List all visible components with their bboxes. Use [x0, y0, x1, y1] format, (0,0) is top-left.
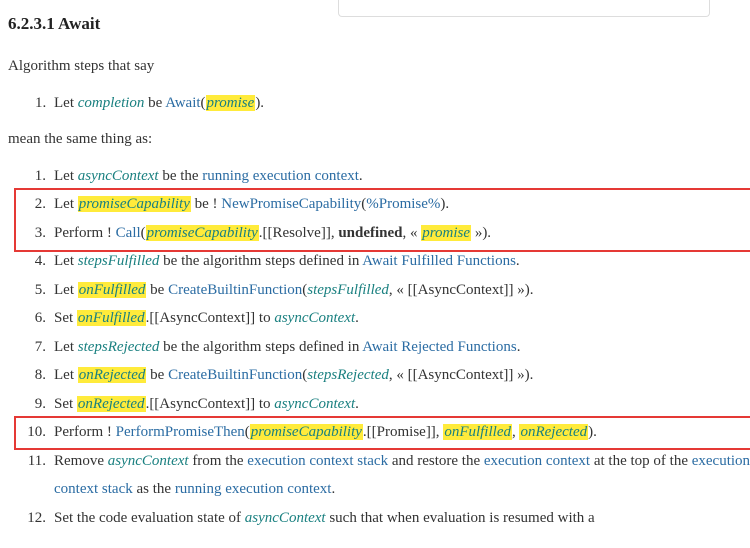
text: . [359, 168, 363, 184]
text: . [517, 339, 521, 355]
new-promise-capability-link[interactable]: NewPromiseCapability [221, 196, 361, 212]
text: be [146, 282, 168, 298]
step-12: Set the code evaluation state of asyncCo… [50, 504, 750, 533]
text: .[[Resolve]], [259, 225, 339, 241]
step-10: Perform ! PerformPromiseThen(promiseCapa… [50, 418, 750, 447]
text: Let [54, 339, 78, 355]
step-9: Set onRejected.[[AsyncContext]] to async… [50, 390, 750, 419]
text: ). [588, 424, 597, 440]
text: be the [159, 168, 203, 184]
text: be ! [191, 196, 221, 212]
step-3: Perform ! Call(promiseCapability.[[Resol… [50, 219, 750, 248]
var-promiseCapability: promiseCapability [250, 424, 363, 440]
perform-promise-then-link[interactable]: PerformPromiseThen [116, 424, 245, 440]
text: ( [141, 225, 146, 241]
text: Let [54, 282, 78, 298]
await-link[interactable]: Await [165, 95, 200, 111]
algorithm-steps: Let asyncContext be the running executio… [8, 162, 750, 533]
simple-step-list: Let completion be Await(promise). [8, 89, 750, 118]
text: Let [54, 196, 78, 212]
running-execution-context-link[interactable]: running execution context [202, 168, 359, 184]
var-asyncContext: asyncContext [245, 510, 326, 526]
text: Set [54, 396, 77, 412]
var-onRejected: onRejected [78, 367, 147, 383]
var-asyncContext: asyncContext [274, 396, 355, 412]
var-asyncContext: asyncContext [274, 310, 355, 326]
step-2: Let promiseCapability be ! NewPromiseCap… [50, 190, 750, 219]
text: be the algorithm steps defined in [159, 253, 362, 269]
running-execution-context-link[interactable]: running execution context [175, 481, 332, 497]
text: at the top of the [590, 453, 692, 469]
text: from the [189, 453, 248, 469]
var-completion: completion [78, 95, 145, 111]
text: ). [440, 196, 449, 212]
text: ). [255, 95, 264, 111]
execution-context-stack-link[interactable]: execution context stack [247, 453, 388, 469]
text: be the algorithm steps defined in [159, 339, 362, 355]
text: Set [54, 310, 77, 326]
text: Let [54, 168, 78, 184]
text: »). [471, 225, 491, 241]
step-5: Let onFulfilled be CreateBuiltinFunction… [50, 276, 750, 305]
floating-box-remnant [338, 0, 710, 17]
text: .[[AsyncContext]] to [146, 310, 275, 326]
var-promise: promise [421, 225, 471, 241]
var-onFulfilled: onFulfilled [443, 424, 512, 440]
intro-text: Algorithm steps that say [8, 52, 750, 81]
text: ( [201, 95, 206, 111]
var-onFulfilled: onFulfilled [77, 310, 146, 326]
undefined-value: undefined [338, 225, 402, 241]
text: Let [54, 253, 78, 269]
await-fulfilled-functions-link[interactable]: Await Fulfilled Functions [362, 253, 516, 269]
create-builtin-function-link[interactable]: CreateBuiltinFunction [168, 367, 302, 383]
promise-intrinsic-link[interactable]: %Promise% [366, 196, 440, 212]
var-stepsRejected: stepsRejected [307, 367, 389, 383]
step-6: Set onFulfilled.[[AsyncContext]] to asyn… [50, 304, 750, 333]
text: and restore the [388, 453, 484, 469]
var-stepsFulfilled: stepsFulfilled [307, 282, 389, 298]
step-8: Let onRejected be CreateBuiltinFunction(… [50, 361, 750, 390]
var-asyncContext: asyncContext [78, 168, 159, 184]
var-onFulfilled: onFulfilled [78, 282, 147, 298]
var-stepsRejected: stepsRejected [78, 339, 160, 355]
text: . [516, 253, 520, 269]
step-1: Let asyncContext be the running executio… [50, 162, 750, 191]
text: . [355, 396, 359, 412]
await-rejected-functions-link[interactable]: Await Rejected Functions [362, 339, 516, 355]
text: Perform ! [54, 225, 116, 241]
text: . [355, 310, 359, 326]
text: Let [54, 95, 78, 111]
text: .[[Promise]], [363, 424, 443, 440]
mean-text: mean the same thing as: [8, 125, 750, 154]
text: .[[AsyncContext]] to [146, 396, 275, 412]
text: be [146, 367, 168, 383]
text: such that when evaluation is resumed wit… [326, 510, 595, 526]
var-promiseCapability: promiseCapability [146, 225, 259, 241]
text: , « [[AsyncContext]] »). [389, 282, 534, 298]
var-stepsFulfilled: stepsFulfilled [78, 253, 160, 269]
simple-step: Let completion be Await(promise). [50, 89, 750, 118]
step-4: Let stepsFulfilled be the algorithm step… [50, 247, 750, 276]
text: . [331, 481, 335, 497]
text: , « [[AsyncContext]] »). [389, 367, 534, 383]
step-7: Let stepsRejected be the algorithm steps… [50, 333, 750, 362]
var-promise: promise [206, 95, 256, 111]
text: be [144, 95, 165, 111]
text: , « [403, 225, 422, 241]
var-onRejected: onRejected [77, 396, 146, 412]
text: Set the code evaluation state of [54, 510, 245, 526]
text: Perform ! [54, 424, 116, 440]
call-link[interactable]: Call [116, 225, 141, 241]
text: as the [133, 481, 175, 497]
var-onRejected: onRejected [519, 424, 588, 440]
text: Remove [54, 453, 108, 469]
var-asyncContext: asyncContext [108, 453, 189, 469]
execution-context-link[interactable]: execution context [484, 453, 590, 469]
var-promiseCapability: promiseCapability [78, 196, 191, 212]
text: Let [54, 367, 78, 383]
create-builtin-function-link[interactable]: CreateBuiltinFunction [168, 282, 302, 298]
step-11: Remove asyncContext from the execution c… [50, 447, 750, 504]
